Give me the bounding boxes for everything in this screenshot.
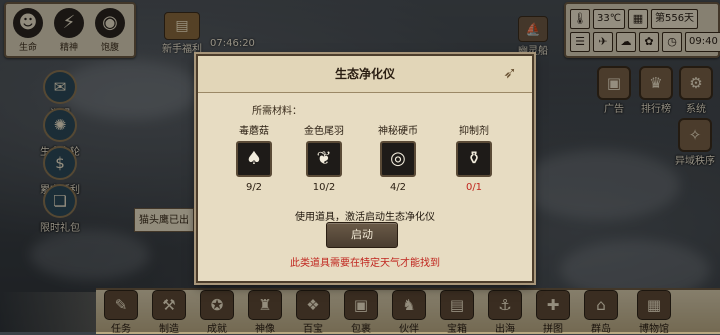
material-slot[interactable]: 抑制剂 ⚱ 0/1 — [444, 125, 504, 193]
dialog-description: 使用道具，激活启动生态净化仪 — [295, 212, 435, 223]
material-name: 金色尾羽 — [304, 126, 344, 137]
weather-warning: 此类道具需要在特定天气才能找到 — [290, 258, 440, 269]
coin-icon: ◎ — [380, 141, 416, 177]
mushroom-icon: ♠ — [236, 141, 272, 177]
material-count: 9/2 — [245, 182, 263, 193]
material-slot[interactable]: 金色尾羽 ❦ 10/2 — [294, 125, 354, 193]
feather-icon: ❦ — [306, 141, 342, 177]
potion-flask-icon: ⚱ — [456, 141, 492, 177]
dialog-title: 生态净化仪 — [198, 56, 532, 93]
material-name: 抑制剂 — [459, 126, 489, 137]
material-count: 0/1 — [465, 182, 483, 193]
material-slot[interactable]: 神秘硬币 ◎ 4/2 — [368, 125, 428, 193]
materials-label: 所需材料： — [252, 106, 302, 117]
material-name: 神秘硬币 — [378, 126, 418, 137]
material-count: 10/2 — [312, 182, 336, 193]
material-slot[interactable]: 毒蘑菇 ♠ 9/2 — [224, 125, 284, 193]
start-button[interactable]: 启动 — [326, 222, 398, 248]
eco-purifier-dialog: 生态净化仪 ➶ 所需材料： 毒蘑菇 ♠ 9/2 金色尾羽 ❦ 10/2 神秘硬币… — [196, 54, 534, 283]
close-feather-icon[interactable]: ➶ — [496, 64, 524, 82]
material-name: 毒蘑菇 — [239, 126, 269, 137]
material-count: 4/2 — [389, 182, 407, 193]
